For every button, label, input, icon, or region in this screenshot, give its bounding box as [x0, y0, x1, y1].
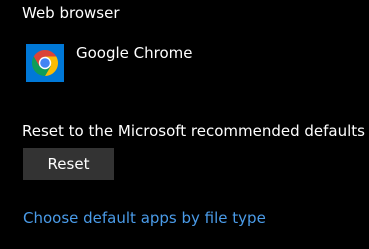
app-name: Google Chrome — [76, 44, 193, 62]
choose-default-apps-by-file-type-link[interactable]: Choose default apps by file type — [23, 208, 266, 228]
reset-description: Reset to the Microsoft recommended defau… — [22, 122, 365, 140]
default-web-browser-button[interactable]: Google Chrome — [26, 44, 193, 82]
web-browser-heading: Web browser — [22, 4, 120, 22]
app-icon-tile — [26, 44, 64, 82]
reset-button[interactable]: Reset — [23, 148, 114, 180]
chrome-icon — [31, 50, 59, 76]
